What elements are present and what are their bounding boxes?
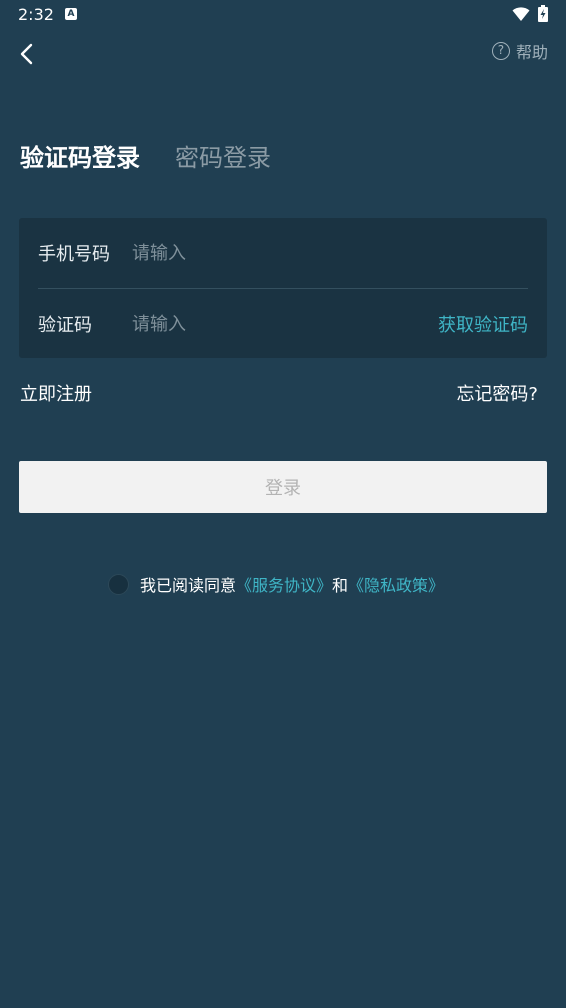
code-input[interactable]: [132, 304, 392, 344]
battery-charging-icon: [538, 5, 548, 22]
tab-sms-login[interactable]: 验证码登录: [20, 138, 140, 173]
login-form-card: 手机号码 验证码 获取验证码: [19, 218, 547, 358]
phone-row: 手机号码: [19, 218, 547, 288]
wifi-icon: [512, 7, 530, 21]
phone-input[interactable]: [132, 233, 392, 273]
login-screen: 2:32 A ? 帮助 验证码登录 密码登录 手机号码 验证码 获取验证码: [0, 0, 566, 1008]
help-button[interactable]: ? 帮助: [491, 40, 548, 62]
back-button[interactable]: [14, 40, 42, 68]
agree-conjunction: 和: [332, 576, 349, 595]
status-time: 2:32: [18, 5, 54, 24]
privacy-policy-link[interactable]: 《隐私政策》: [348, 572, 444, 596]
code-label: 验证码: [38, 315, 92, 336]
status-bar: 2:32 A: [0, 0, 566, 30]
get-code-button[interactable]: 获取验证码: [438, 311, 528, 337]
service-agreement-link[interactable]: 《服务协议》: [236, 572, 332, 596]
help-label: 帮助: [515, 43, 548, 62]
code-row: 验证码 获取验证码: [19, 289, 547, 359]
phone-label: 手机号码: [38, 244, 110, 265]
agreement-row: 我已阅读同意 《服务协议》 和 《隐私政策》: [108, 573, 444, 595]
login-button[interactable]: 登录: [19, 461, 547, 513]
a-notification-icon: A: [65, 8, 77, 20]
agree-prefix: 我已阅读同意: [140, 576, 237, 595]
chevron-left-icon: [20, 43, 33, 65]
register-link[interactable]: 立即注册: [20, 380, 92, 406]
agree-checkbox[interactable]: [108, 573, 129, 595]
tab-password-login[interactable]: 密码登录: [175, 138, 271, 173]
help-icon: ?: [491, 42, 510, 60]
forgot-password-link[interactable]: 忘记密码?: [456, 380, 538, 406]
